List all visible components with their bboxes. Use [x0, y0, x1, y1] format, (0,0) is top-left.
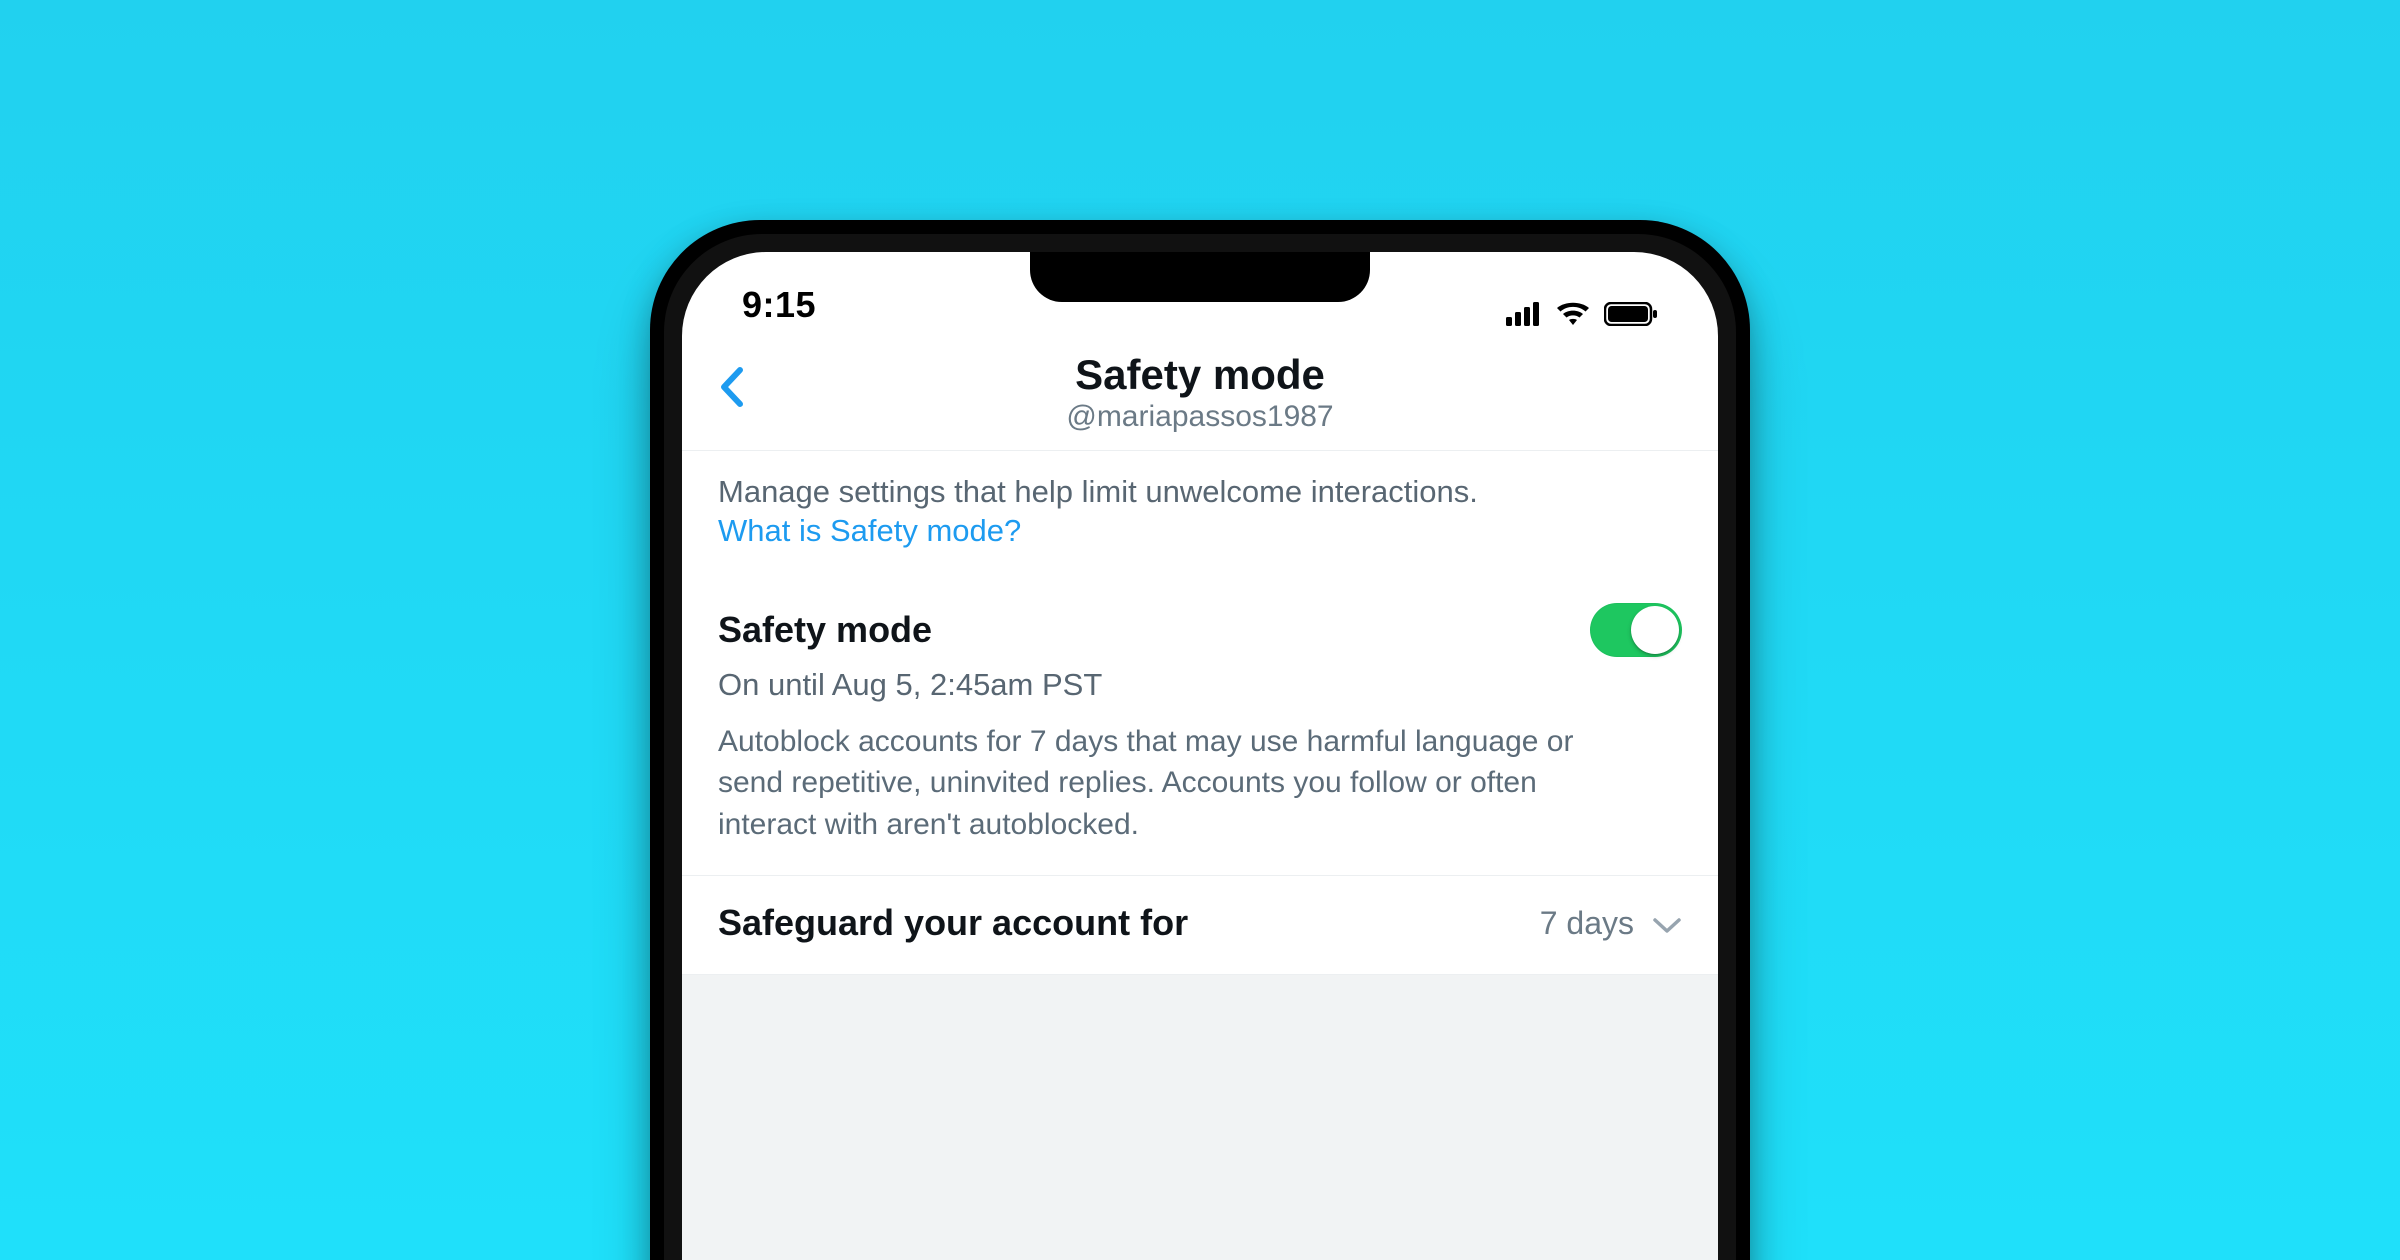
back-button[interactable] — [708, 365, 756, 413]
safety-mode-section: Safety mode On until Aug 5, 2:45am PST A… — [682, 563, 1718, 876]
safeguard-duration-value: 7 days — [1540, 905, 1634, 942]
page-title: Safety mode — [714, 352, 1686, 398]
chevron-down-icon — [1652, 905, 1682, 942]
nav-header: Safety mode @mariapassos1987 — [682, 328, 1718, 451]
cellular-icon — [1506, 302, 1542, 326]
safety-mode-row: Safety mode — [718, 603, 1682, 657]
chevron-left-icon — [718, 366, 746, 413]
safeguard-duration-label: Safeguard your account for — [718, 902, 1188, 944]
wifi-icon — [1556, 302, 1590, 326]
user-handle: @mariapassos1987 — [714, 400, 1686, 434]
status-icons — [1506, 302, 1658, 326]
empty-area — [682, 975, 1718, 1260]
safety-mode-description: Autoblock accounts for 7 days that may u… — [718, 721, 1638, 845]
safety-mode-toggle[interactable] — [1590, 603, 1682, 657]
safety-mode-status: On until Aug 5, 2:45am PST — [718, 667, 1682, 703]
background: 9:15 — [0, 0, 2400, 1260]
phone-screen: 9:15 — [682, 252, 1718, 1260]
safety-mode-title: Safety mode — [718, 609, 932, 651]
safeguard-duration-row[interactable]: Safeguard your account for 7 days — [682, 876, 1718, 975]
status-time: 9:15 — [742, 284, 816, 326]
what-is-safety-mode-link[interactable]: What is Safety mode? — [718, 513, 1021, 548]
safeguard-duration-selector[interactable]: 7 days — [1540, 905, 1682, 942]
intro-text: Manage settings that help limit unwelcom… — [718, 471, 1682, 513]
phone-frame: 9:15 — [650, 220, 1750, 1260]
toggle-knob — [1631, 606, 1679, 654]
phone-notch — [1030, 252, 1370, 302]
intro-section: Manage settings that help limit unwelcom… — [682, 451, 1718, 563]
battery-icon — [1604, 302, 1658, 326]
